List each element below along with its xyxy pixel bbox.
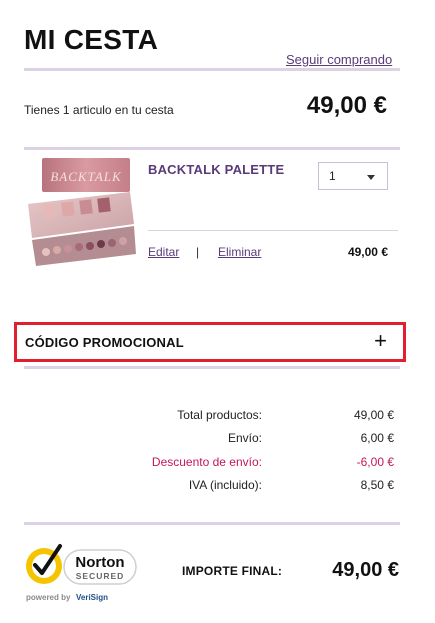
summary-label: Descuento de envío: [151, 455, 262, 469]
shadow-pan [119, 237, 127, 245]
continue-shopping-link[interactable]: Seguir comprando [286, 52, 392, 67]
shadow-pan [64, 245, 72, 253]
remove-item-link[interactable]: Eliminar [218, 245, 261, 259]
norton-brand: Norton [75, 554, 124, 571]
shadow-pan [108, 239, 116, 247]
summary-value: -6,00 € [356, 455, 394, 469]
divider-summary [24, 522, 400, 525]
quantity-select[interactable]: 1 [318, 162, 388, 190]
summary-label: Envío: [227, 431, 262, 445]
page-title: MI CESTA [24, 24, 159, 55]
norton-verisign: VeriSign [76, 593, 108, 602]
summary-value: 6,00 € [360, 431, 394, 445]
norton-secured-badge[interactable]: Norton SECURED powered by VeriSign [24, 540, 140, 604]
promo-code-label: CÓDIGO PROMOCIONAL [25, 335, 184, 350]
item-price: 49,00 € [347, 245, 388, 259]
divider-promo [24, 366, 400, 369]
shadow-pan [97, 240, 105, 248]
final-amount-value: 49,00 € [332, 559, 399, 581]
divider-top [24, 68, 400, 71]
norton-secured: SECURED [76, 571, 125, 581]
plus-icon: + [374, 328, 387, 353]
summary-row: Envío: 6,00 € [0, 431, 435, 447]
summary-row: Total productos: 49,00 € [0, 408, 435, 424]
item-divider [148, 230, 398, 231]
cart-count-text: Tienes 1 articulo en tu cesta [24, 103, 174, 117]
edit-item-link[interactable]: Editar [148, 245, 179, 259]
final-amount-label: IMPORTE FINAL: [182, 564, 283, 578]
shadow-pan [97, 197, 111, 213]
chevron-down-icon [367, 175, 375, 180]
shadow-pan [79, 199, 93, 215]
shadow-pan [42, 248, 50, 256]
summary-value: 49,00 € [353, 408, 394, 422]
palette-sleeve-text: BACKTALK [50, 169, 122, 184]
summary-row: IVA (incluido): 8,50 € [0, 478, 435, 494]
summary-row-discount: Descuento de envío: -6,00 € [0, 455, 435, 471]
shadow-pan [61, 201, 75, 217]
divider-cart [24, 147, 400, 150]
summary-label: IVA (incluido): [188, 478, 262, 492]
shadow-pan [75, 243, 83, 251]
shadow-pan [53, 246, 61, 254]
summary-value: 8,50 € [360, 478, 394, 492]
product-image[interactable]: BACKTALK [24, 154, 136, 270]
norton-powered-by: powered by [26, 593, 71, 602]
link-separator: | [196, 245, 200, 259]
shadow-pan [86, 242, 94, 250]
shadow-pan [43, 203, 57, 219]
cart-total: 49,00 € [306, 92, 387, 119]
quantity-value: 1 [329, 169, 336, 183]
product-name[interactable]: BACKTALK PALETTE [148, 162, 284, 177]
summary-label: Total productos: [177, 408, 262, 422]
promo-code-toggle[interactable]: CÓDIGO PROMOCIONAL + [14, 322, 406, 362]
